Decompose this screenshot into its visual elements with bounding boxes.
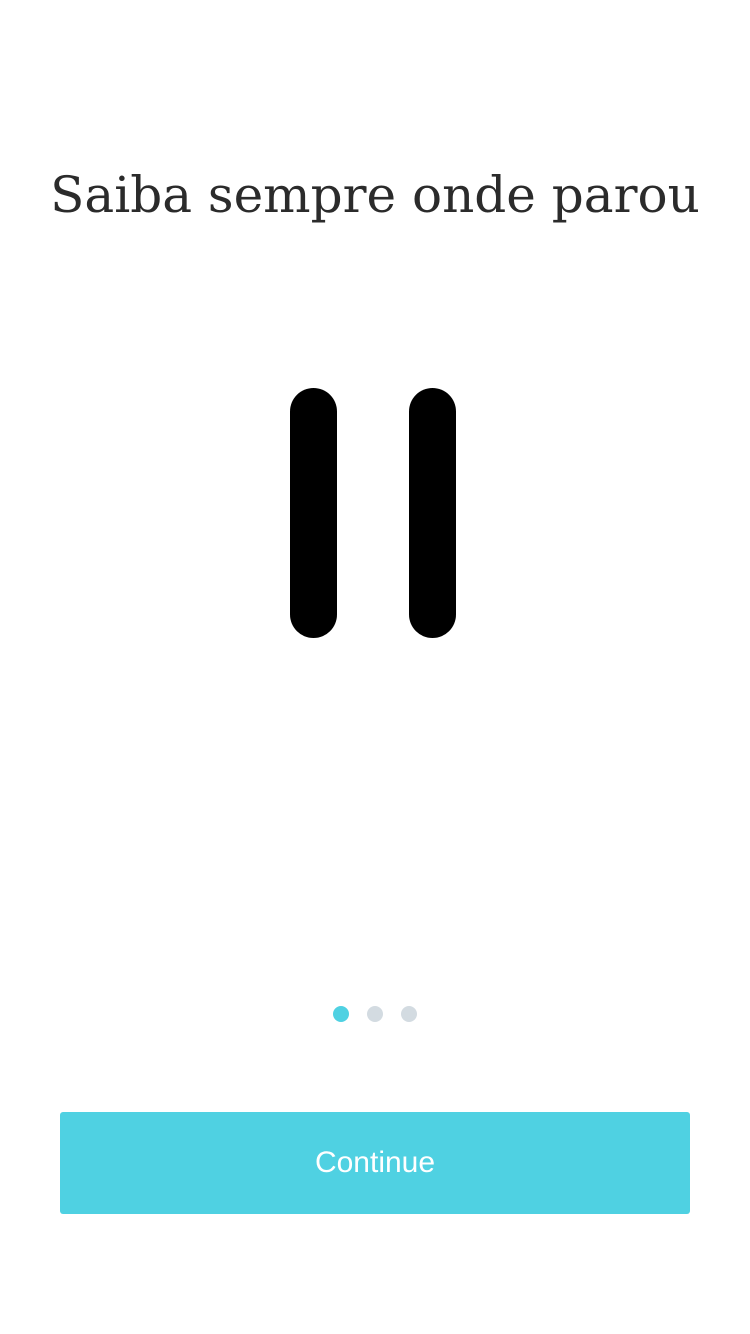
pause-bar-right <box>409 388 456 638</box>
page-dot-1[interactable] <box>333 1006 349 1022</box>
page-title: Saiba sempre onde parou <box>50 166 700 224</box>
page-indicator <box>0 1006 750 1022</box>
onboarding-screen: Saiba sempre onde parou Continue <box>0 0 750 1334</box>
page-dot-2[interactable] <box>367 1006 383 1022</box>
pause-bar-left <box>290 388 337 638</box>
page-dot-3[interactable] <box>401 1006 417 1022</box>
continue-button[interactable]: Continue <box>60 1112 690 1214</box>
pause-icon <box>288 388 458 638</box>
